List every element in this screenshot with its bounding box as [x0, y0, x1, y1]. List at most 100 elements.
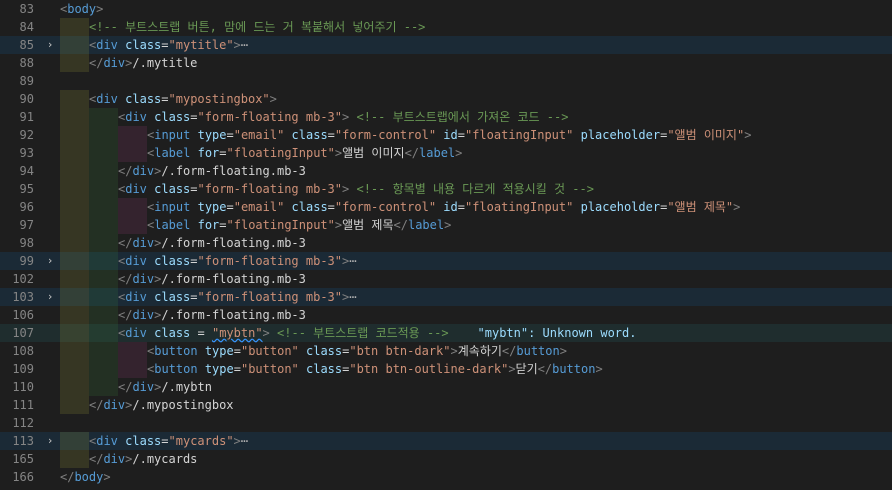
code-line[interactable]: 166 </body> [0, 468, 892, 486]
code-token: "앨범 제목" [667, 200, 734, 214]
code-line[interactable]: 98 </div>/.form-floating.mb-3 [0, 234, 892, 252]
indent-guide [60, 216, 89, 234]
code-token: </ [89, 398, 104, 412]
fold-chevron-icon[interactable]: › [44, 36, 56, 54]
code-line[interactable]: 93 <label for="floatingInput">앨범 이미지</lab… [0, 144, 892, 162]
code-line[interactable]: 103 › <div class="form-floating mb-3">⋯ [0, 288, 892, 306]
indent-guide [60, 54, 89, 72]
code-token: 닫기 [515, 362, 538, 376]
code-line[interactable]: 111 </div>/.mypostingbox [0, 396, 892, 414]
indent-guide [89, 198, 118, 216]
indent-guide [89, 234, 118, 252]
code-token: </ [404, 146, 420, 160]
indent-guide [60, 396, 89, 414]
code-line[interactable]: 95 <div class="form-floating mb-3"> <!-- … [0, 180, 892, 198]
code-line[interactable]: 97 <label for="floatingInput">앨범 제목</labe… [0, 216, 892, 234]
line-number: 95 [19, 182, 34, 196]
indent-guide [60, 234, 89, 252]
indent-guide [60, 342, 89, 360]
code-token: div [132, 236, 155, 250]
indent-guide [118, 342, 147, 360]
code-token: <!-- 부트스트랩에서 가져온 코드 --> [356, 110, 569, 124]
indent-guide [89, 144, 118, 162]
code-line[interactable]: 84 <!-- 부트스트랩 버튼, 맘에 드는 거 복붙해서 넣어주기 --> [0, 18, 892, 36]
code-token: "mytitle" [168, 38, 234, 52]
code-line[interactable]: 107 <div class = "mybtn"> <!-- 부트스트랩 코드적용… [0, 324, 892, 342]
fold-chevron-icon[interactable]: › [44, 288, 56, 306]
code-token: = [190, 326, 212, 340]
code-token: = [161, 38, 169, 52]
code-token: = [327, 128, 335, 142]
line-number: 111 [12, 398, 34, 412]
indent-guide [60, 252, 89, 270]
code-line[interactable]: 112 [0, 414, 892, 432]
line-number: 113 [12, 434, 34, 448]
code-token: "mybtn" [211, 326, 263, 340]
code-text: <div class="mypostingbox"> [60, 90, 277, 108]
code-line[interactable]: 88 </div>/.mytitle [0, 54, 892, 72]
line-number: 90 [19, 92, 34, 106]
code-token: </ [118, 380, 133, 394]
code-token: "button" [240, 344, 299, 358]
indent-guide [60, 450, 89, 468]
indent-guide [60, 126, 89, 144]
code-token: = [190, 254, 198, 268]
code-line[interactable]: 83 <body> [0, 0, 892, 18]
code-line[interactable]: 165 </div>/.mycards [0, 450, 892, 468]
code-line[interactable]: 89 [0, 72, 892, 90]
fold-chevron-icon[interactable]: › [44, 252, 56, 270]
code-token: </ [89, 56, 104, 70]
indent-guide [60, 90, 89, 108]
line-number: 92 [19, 128, 34, 142]
line-number: 107 [12, 326, 34, 340]
code-line[interactable]: 91 <div class="form-floating mb-3"> <!-- … [0, 108, 892, 126]
code-token: label [407, 218, 445, 232]
code-line[interactable]: 92 <input type="email" class="form-contro… [0, 126, 892, 144]
code-line[interactable]: 85 › <div class="mytitle">⋯ [0, 36, 892, 54]
code-text: </div>/.mytitle [60, 54, 197, 72]
indent-guide [89, 108, 118, 126]
code-token: /.form-floating.mb-3 [161, 164, 306, 178]
code-line[interactable]: 110 </div>/.mybtn [0, 378, 892, 396]
line-number: 109 [12, 362, 34, 376]
code-token: </ [393, 218, 408, 232]
code-line[interactable]: 96 <input type="email" class="form-contro… [0, 198, 892, 216]
code-text: </div>/.form-floating.mb-3 [60, 162, 306, 180]
code-line[interactable]: 94 </div>/.form-floating.mb-3 [0, 162, 892, 180]
code-text: </div>/.mybtn [60, 378, 212, 396]
code-token: "btn btn-outline-dark" [349, 362, 509, 376]
code-line[interactable]: 109 <button type="button" class="btn btn-… [0, 360, 892, 378]
line-number: 99 [19, 254, 34, 268]
code-token: class [154, 290, 191, 304]
code-token: "floatingInput" [226, 218, 335, 232]
code-token: class [154, 326, 191, 340]
code-line[interactable]: 102 </div>/.form-floating.mb-3 [0, 270, 892, 288]
code-token: > [733, 200, 741, 214]
code-line[interactable]: 90 <div class="mypostingbox"> [0, 90, 892, 108]
code-token: body [67, 2, 97, 16]
code-token: div [103, 452, 126, 466]
code-line[interactable]: 106 </div>/.form-floating.mb-3 [0, 306, 892, 324]
code-token: = [457, 128, 465, 142]
indent-guide [89, 162, 118, 180]
code-token: ⋯ [240, 38, 249, 52]
code-line[interactable]: 113 › <div class="mycards">⋯ [0, 432, 892, 450]
code-line[interactable]: 108 <button type="button" class="btn btn-… [0, 342, 892, 360]
code-editor[interactable]: 83 <body> 84 <!-- 부트스트랩 버튼, 맘에 드는 거 복붙해서 넣어… [0, 0, 892, 490]
fold-chevron-icon[interactable]: › [44, 432, 56, 450]
code-line[interactable]: 99 › <div class="form-floating mb-3">⋯ [0, 252, 892, 270]
code-token: "btn btn-dark" [349, 344, 451, 358]
code-text: </div>/.form-floating.mb-3 [60, 270, 306, 288]
code-token: = [161, 434, 169, 448]
code-token: body [74, 470, 104, 484]
indent-guide [89, 324, 118, 342]
code-token: = [190, 182, 198, 196]
code-token: </ [118, 272, 133, 286]
code-token: div [103, 398, 126, 412]
code-token: > [744, 128, 752, 142]
